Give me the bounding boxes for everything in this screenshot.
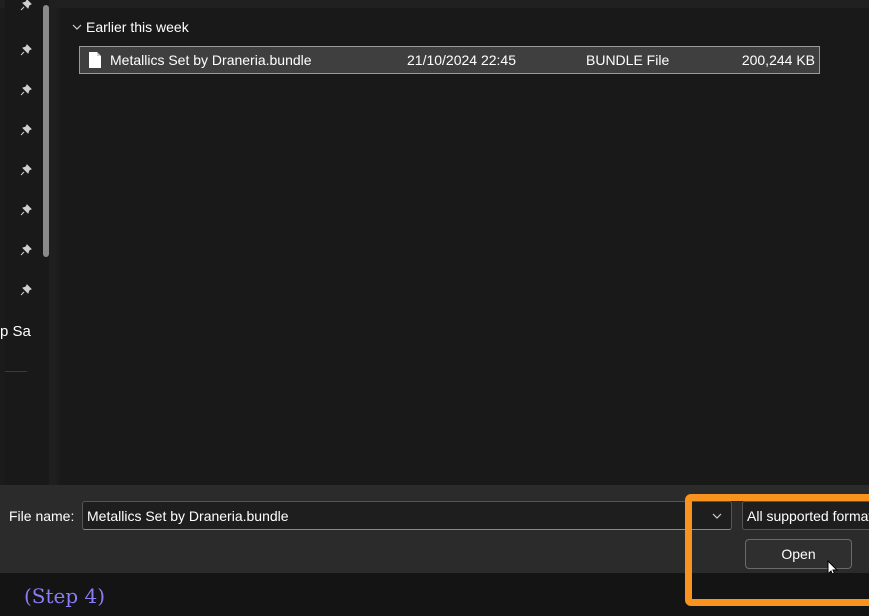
file-name: Metallics Set by Draneria.bundle <box>110 52 312 68</box>
file-list-pane <box>60 8 869 485</box>
pin-icon[interactable] <box>20 284 32 296</box>
file-name-input[interactable]: Metallics Set by Draneria.bundle <box>82 501 732 530</box>
pin-icon[interactable] <box>20 204 32 216</box>
file-name-label: File name: <box>9 508 75 524</box>
sidebar-scrollbar-thumb[interactable] <box>43 5 49 257</box>
sidebar-divider <box>5 371 27 372</box>
pin-icon[interactable] <box>20 84 32 96</box>
highlight-box <box>685 494 869 606</box>
document-icon <box>89 52 101 68</box>
sidebar-item-label-truncated[interactable]: p Sa <box>0 323 35 340</box>
pin-icon[interactable] <box>20 124 32 136</box>
chevron-down-icon <box>72 24 82 30</box>
pin-icon[interactable] <box>20 164 32 176</box>
group-header-label: Earlier this week <box>86 19 189 35</box>
file-type: BUNDLE File <box>586 52 670 68</box>
window-top-edge <box>0 0 869 8</box>
file-row-selected[interactable]: Metallics Set by Draneria.bundle 21/10/2… <box>79 46 820 74</box>
pin-icon[interactable] <box>20 44 32 56</box>
pin-icon[interactable] <box>20 244 32 256</box>
file-date-modified: 21/10/2024 22:45 <box>407 52 516 68</box>
step-label: (Step 4) <box>24 584 106 608</box>
sidebar-scroll-track[interactable] <box>49 0 57 485</box>
pin-icon[interactable] <box>20 0 32 11</box>
group-header-earlier-this-week[interactable]: Earlier this week <box>72 19 189 35</box>
file-size: 200,244 KB <box>741 52 815 68</box>
